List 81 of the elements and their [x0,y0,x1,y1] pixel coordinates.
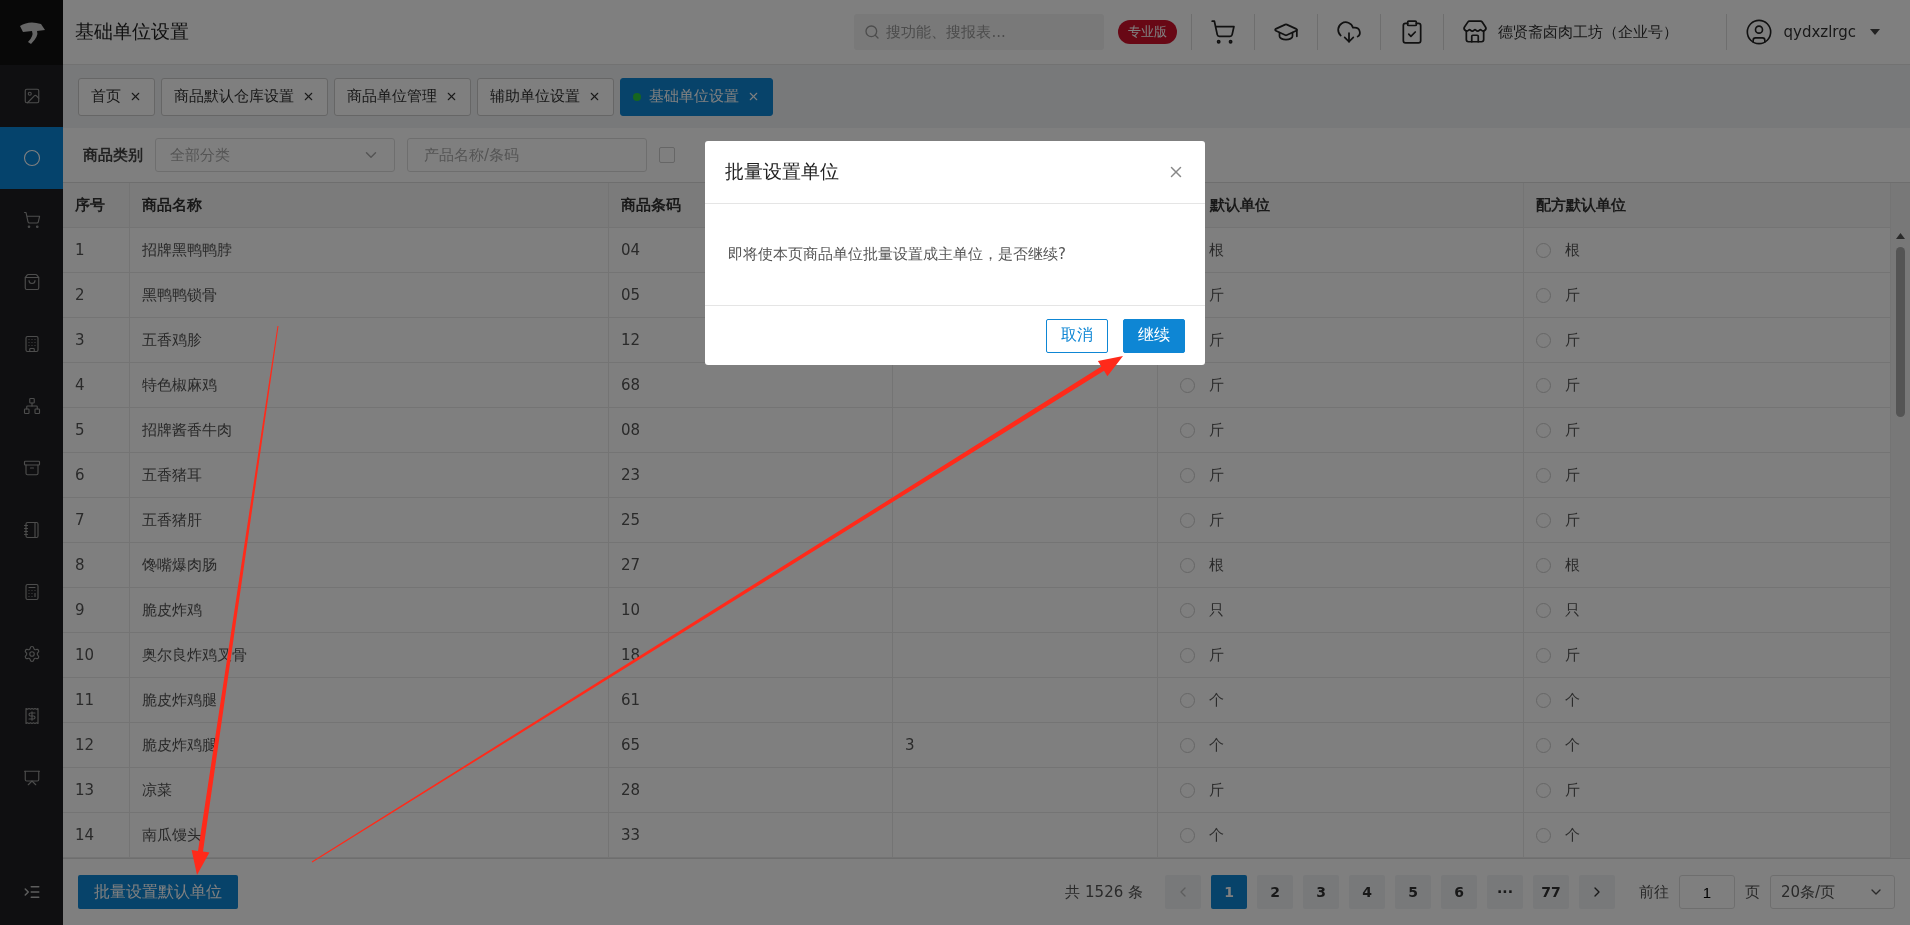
unit-text: 只 [1565,600,1580,620]
table-cell: 14 [63,813,130,857]
page-input[interactable]: 1 [1679,875,1735,909]
continue-button[interactable]: 继续 [1123,318,1185,353]
total-count: 共 1526 条 [1065,882,1143,902]
page-button[interactable]: 6 [1441,875,1477,909]
table-cell: 28 [609,768,893,812]
unit-text: 斤 [1209,375,1224,395]
unit-text: 只 [1209,600,1224,620]
table-cell: 3 [63,318,130,362]
table-cell: 5 [63,408,130,452]
unit-text: 斤 [1565,645,1580,665]
page-button[interactable]: 3 [1303,875,1339,909]
unit-text: 个 [1565,690,1580,710]
unit-text: 斤 [1565,330,1580,350]
cancel-button[interactable]: 取消 [1046,318,1108,353]
page-button[interactable]: 4 [1349,875,1385,909]
column-header: 商品名称 [130,183,609,227]
table-cell: 13 [63,768,130,812]
unit-text: 斤 [1209,420,1224,440]
unit-text: 根 [1209,555,1224,575]
edition-badge: 专业版 [1118,20,1178,44]
unit-text: 个 [1209,735,1224,755]
user-name[interactable]: qydxzlrgc [1783,23,1856,41]
table-cell: 08 [609,408,893,452]
unit-text: 斤 [1565,510,1580,530]
table-cell: 6 [63,453,130,497]
unit-text: 斤 [1209,285,1224,305]
table-cell: 9 [63,588,130,632]
unit-text: 斤 [1565,285,1580,305]
table-cell: 11 [63,678,130,722]
goto-label: 前往 [1639,882,1669,902]
dialog-title: 批量设置单位 [725,159,839,184]
page-button[interactable]: 77 [1533,875,1569,909]
page-label: 页 [1745,882,1760,902]
unit-text: 个 [1565,735,1580,755]
table-cell: 8 [63,543,130,587]
page-tab[interactable]: 基础单位设置 [620,77,773,116]
column-header: 序号 [63,183,130,227]
table-cell: 3 [893,723,1158,767]
unit-text: 斤 [1565,780,1580,800]
table-cell: 23 [609,453,893,497]
unit-text: 根 [1565,240,1580,260]
page-size-select[interactable]: 20条/页 [1770,875,1895,909]
table-cell: 黑鸭鸭锁骨 [130,273,609,317]
unit-text: 斤 [1209,330,1224,350]
unit-text: 斤 [1209,465,1224,485]
filter-label: 商品类别 [83,145,143,165]
table-cell: 招牌黑鸭鸭脖 [130,228,609,272]
page-button[interactable]: 5 [1395,875,1431,909]
page-button[interactable]: ··· [1487,875,1523,909]
page-tab[interactable]: 商品单位管理 [334,77,471,116]
unit-text: 个 [1209,825,1224,845]
page-tab[interactable]: 首页 [78,77,155,116]
table-cell: 65 [609,723,893,767]
unit-text: 根 [1209,240,1224,260]
page-button[interactable]: 1 [1211,875,1247,909]
unit-text: 个 [1565,825,1580,845]
table-cell: 12 [63,723,130,767]
batch-set-button[interactable]: 批量设置默认单位 [78,875,238,909]
table-cell: 33 [609,813,893,857]
unit-text: 斤 [1209,780,1224,800]
page-tab[interactable]: 辅助单位设置 [477,77,614,116]
table-cell: 61 [609,678,893,722]
table-cell: 2 [63,273,130,317]
unit-text: 斤 [1209,645,1224,665]
unit-text: 根 [1565,555,1580,575]
page-title: 基础单位设置 [75,19,189,44]
unit-text: 个 [1209,690,1224,710]
page-tab[interactable]: 商品默认仓库设置 [161,77,328,116]
table-cell: 10 [63,633,130,677]
unit-text: 斤 [1209,510,1224,530]
table-cell: 7 [63,498,130,542]
store-name[interactable]: 德贤斋卤肉工坊（企业号） [1498,22,1679,42]
table-cell: 4 [63,363,130,407]
table-cell: 1 [63,228,130,272]
unit-text: 斤 [1565,465,1580,485]
unit-text: 斤 [1565,420,1580,440]
column-header: 配方默认单位 [1524,183,1891,227]
page-button[interactable]: 2 [1257,875,1293,909]
unit-text: 斤 [1565,375,1580,395]
